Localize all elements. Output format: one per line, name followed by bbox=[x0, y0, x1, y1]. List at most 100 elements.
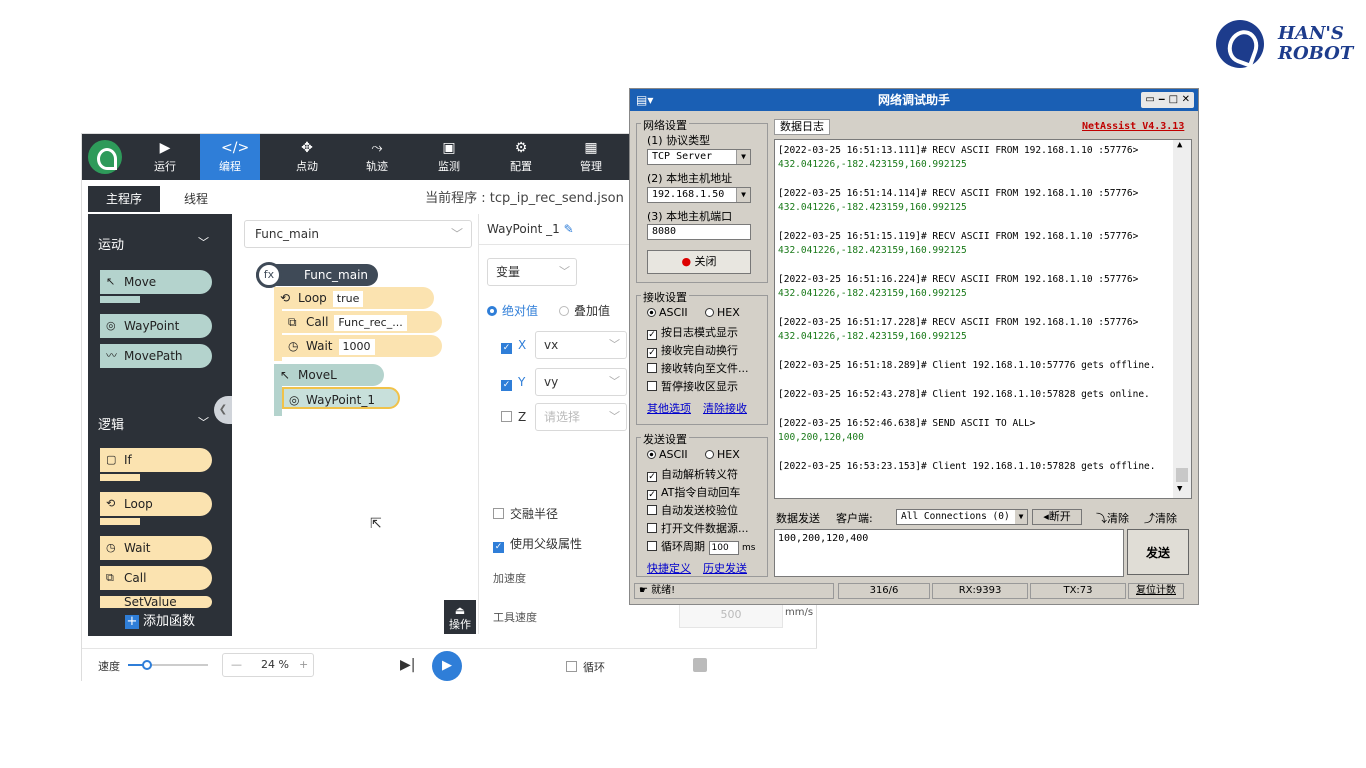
speed-increase-button[interactable]: + bbox=[299, 654, 308, 676]
send-hex-radio[interactable]: HEX bbox=[705, 448, 740, 461]
palette-block-move[interactable]: ↖ Move bbox=[100, 270, 212, 294]
nav-run[interactable]: ▶ 运行 bbox=[130, 134, 200, 180]
log-tab[interactable]: 数据日志 bbox=[774, 119, 830, 135]
speed-slider-knob[interactable] bbox=[142, 660, 153, 670]
function-select[interactable]: Func_main ﹀ bbox=[244, 220, 472, 248]
palette-block-call[interactable]: ⧉ Call bbox=[100, 566, 212, 590]
movel-block[interactable]: ↖ MoveL bbox=[274, 364, 384, 386]
scroll-thumb[interactable] bbox=[1176, 468, 1188, 482]
palette-block-wait[interactable]: ◷ Wait bbox=[100, 536, 212, 560]
step-forward-icon[interactable]: ▶| bbox=[400, 657, 415, 673]
tool-speed-input[interactable]: 500 bbox=[679, 602, 783, 628]
palette-block-waypoint[interactable]: ◎ WayPoint bbox=[100, 314, 212, 338]
tab-thread[interactable]: 线程 bbox=[160, 186, 232, 212]
quick-define-link[interactable]: 快捷定义 bbox=[647, 560, 691, 576]
wait-ms-input[interactable]: 1000 bbox=[338, 339, 375, 355]
host-address-select[interactable]: 192.168.1.50 ▼ bbox=[647, 187, 751, 203]
recv-hex-radio[interactable]: HEX bbox=[705, 306, 740, 319]
log-scrollbar[interactable]: ▲ ▼ bbox=[1173, 140, 1191, 498]
x-checkbox[interactable]: ✓ X bbox=[501, 338, 526, 354]
disconnect-button[interactable]: ◂断开 bbox=[1032, 509, 1082, 525]
block-stub bbox=[100, 474, 140, 481]
palette-block-if[interactable]: ▢ If bbox=[100, 448, 212, 472]
recv-opt-log-mode[interactable]: ✓ 按日志模式显示 bbox=[647, 324, 738, 340]
log-entry-header: [2022-03-25 16:51:13.111]# RECV ASCII FR… bbox=[778, 145, 1139, 156]
version-link[interactable]: NetAssist V4.3.13 bbox=[1082, 121, 1184, 132]
blend-radius-checkbox[interactable]: 交融半径 bbox=[493, 505, 558, 522]
clear-recv-link[interactable]: 清除接收 bbox=[703, 400, 747, 416]
edit-pencil-icon[interactable]: ✎ bbox=[564, 222, 574, 236]
call-block[interactable]: ⧉ Call Func_rec_... bbox=[282, 311, 442, 333]
send-tab[interactable]: 数据发送 bbox=[776, 510, 820, 526]
recv-opt-to-file[interactable]: 接收转向至文件... bbox=[647, 360, 749, 376]
client-select[interactable]: All Connections (0) ▼ bbox=[896, 509, 1028, 525]
send-button[interactable]: 发送 bbox=[1127, 529, 1189, 575]
send-opt-checksum[interactable]: 自动发送校验位 bbox=[647, 502, 738, 518]
program-tabs: 主程序 线程 bbox=[88, 186, 232, 212]
recv-other-options-link[interactable]: 其他选项 bbox=[647, 400, 691, 416]
accel-label: 加速度 bbox=[493, 572, 526, 585]
send-opt-file-source[interactable]: 打开文件数据源... bbox=[647, 520, 749, 536]
checkbox-unchecked-icon bbox=[647, 541, 657, 551]
port-input[interactable]: 8080 bbox=[647, 224, 751, 240]
y-value-select[interactable]: vy ﹀ bbox=[535, 368, 627, 396]
receive-log[interactable]: [2022-03-25 16:51:13.111]# RECV ASCII FR… bbox=[774, 139, 1192, 499]
nav-trajectory[interactable]: ⤳ 轨迹 bbox=[342, 134, 412, 180]
loop-checkbox[interactable]: 循环 bbox=[566, 659, 605, 675]
recv-opt-pause[interactable]: 暂停接收区显示 bbox=[647, 378, 738, 394]
reset-count-button[interactable]: 复位计数 bbox=[1128, 583, 1184, 599]
palette-block-loop[interactable]: ⟲ Loop bbox=[100, 492, 212, 516]
log-entry-header: [2022-03-25 16:53:23.153]# Client 192.16… bbox=[778, 461, 1156, 472]
y-checkbox[interactable]: ✓ Y bbox=[501, 375, 525, 391]
variable-select[interactable]: 变量 ﹀ bbox=[487, 258, 577, 286]
send-opt-at-cr[interactable]: ✓ AT指令自动回车 bbox=[647, 484, 740, 500]
protocol-select[interactable]: TCP Server ▼ bbox=[647, 149, 751, 165]
inherit-props-checkbox[interactable]: ✓ 使用父级属性 bbox=[493, 535, 582, 553]
speed-slider[interactable] bbox=[128, 660, 208, 670]
abs-radio[interactable]: 绝对值 bbox=[487, 302, 538, 319]
palette-block-movepath[interactable]: 〰 MovePath bbox=[100, 344, 212, 368]
send-opt-escape[interactable]: ✓ 自动解析转义符 bbox=[647, 466, 738, 482]
call-function-input[interactable]: Func_rec_... bbox=[334, 315, 407, 331]
scroll-up-icon[interactable]: ▲ bbox=[1177, 140, 1182, 150]
waypoint-1-block[interactable]: ◎ WayPoint_1 bbox=[282, 387, 400, 409]
stop-button[interactable] bbox=[693, 658, 707, 672]
nav-program[interactable]: </> 编程 bbox=[200, 134, 260, 180]
tab-main-program[interactable]: 主程序 bbox=[88, 186, 160, 212]
logic-section-header[interactable]: 逻辑 ﹀ bbox=[98, 414, 209, 433]
window-title-bar[interactable]: ▤▾ 网络调试助手 ▭ ‒ □ ✕ bbox=[630, 89, 1198, 111]
nav-manage[interactable]: ▦ 管理 bbox=[556, 134, 626, 180]
chevron-down-icon: ﹀ bbox=[198, 236, 209, 249]
program-canvas[interactable]: Func_main ﹀ Func_main fx ⟲ Loop true ⧉ Call F… bbox=[234, 214, 476, 634]
recv-opt-auto-newline[interactable]: ✓ 接收完自动换行 bbox=[647, 342, 738, 358]
wait-block[interactable]: ◷ Wait 1000 bbox=[282, 335, 442, 357]
speed-decrease-button[interactable]: — bbox=[231, 654, 242, 676]
recv-ascii-radio[interactable]: ASCII bbox=[647, 306, 688, 319]
clear-send-button[interactable]: ⤵清除 bbox=[1096, 510, 1129, 526]
scroll-down-icon[interactable]: ▼ bbox=[1177, 484, 1182, 494]
z-value-select[interactable]: 请选择 ﹀ bbox=[535, 403, 627, 431]
window-menu-icon[interactable]: ▤▾ bbox=[636, 89, 653, 111]
nav-monitor[interactable]: ▣ 监测 bbox=[414, 134, 484, 180]
motion-section-header[interactable]: 运动 ﹀ bbox=[98, 234, 209, 253]
clear-log-button[interactable]: ⤴清除 bbox=[1144, 510, 1177, 526]
cycle-period-input[interactable]: 100 bbox=[708, 541, 739, 555]
send-ascii-radio[interactable]: ASCII bbox=[647, 448, 688, 461]
loop-condition-input[interactable]: true bbox=[332, 291, 364, 307]
log-entry-header: [2022-03-25 16:52:43.278]# Client 192.16… bbox=[778, 389, 1150, 400]
rel-radio[interactable]: 叠加值 bbox=[559, 302, 610, 319]
operate-button[interactable]: ⏏ 操作 bbox=[444, 600, 476, 634]
send-history-link[interactable]: 历史发送 bbox=[703, 560, 747, 576]
x-value-select[interactable]: vx ﹀ bbox=[535, 331, 627, 359]
palette-block-setvalue[interactable]: SetValue bbox=[100, 596, 212, 608]
close-connection-button[interactable]: ● 关闭 bbox=[647, 250, 751, 274]
loop-block[interactable]: ⟲ Loop true bbox=[274, 287, 434, 309]
z-checkbox[interactable]: Z bbox=[501, 410, 526, 424]
send-textarea[interactable]: 100,200,120,400 bbox=[774, 529, 1124, 577]
send-opt-cycle[interactable]: 循环周期 100 ms bbox=[647, 538, 755, 555]
nav-config[interactable]: ⚙ 配置 bbox=[486, 134, 556, 180]
window-controls[interactable]: ▭ ‒ □ ✕ bbox=[1141, 92, 1194, 108]
nav-jog[interactable]: ✥ 点动 bbox=[272, 134, 342, 180]
add-function-button[interactable]: + 添加函数 bbox=[88, 608, 232, 636]
play-button[interactable]: ▶ bbox=[432, 651, 462, 681]
